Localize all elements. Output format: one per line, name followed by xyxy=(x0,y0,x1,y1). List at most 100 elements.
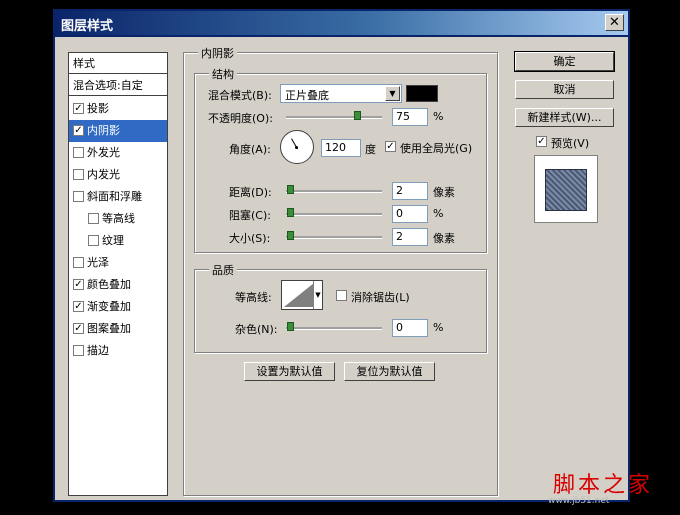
sidebar-item-label: 投影 xyxy=(87,102,109,115)
noise-label: 杂色(N): xyxy=(235,323,278,336)
checkbox-contour[interactable] xyxy=(88,213,99,224)
angle-dial[interactable] xyxy=(280,130,314,164)
sidebar-item-pattern-overlay[interactable]: ✓ 图案叠加 xyxy=(69,318,167,340)
sidebar-item-drop-shadow[interactable]: ✓ 投影 xyxy=(69,98,167,120)
shadow-color-swatch[interactable] xyxy=(406,85,438,102)
sidebar-item-bevel-emboss[interactable]: 斜面和浮雕 xyxy=(69,186,167,208)
sidebar-item-label: 图案叠加 xyxy=(87,322,131,335)
noise-unit: % xyxy=(433,321,444,334)
sidebar-item-contour[interactable]: 等高线 xyxy=(69,208,167,230)
angle-unit: 度 xyxy=(365,143,376,156)
sidebar-item-texture[interactable]: 纹理 xyxy=(69,230,167,252)
preview-checkbox[interactable]: ✓ xyxy=(536,136,547,147)
sidebar-item-label: 纹理 xyxy=(102,234,124,247)
blend-mode-label: 混合模式(B): xyxy=(208,89,272,102)
sidebar-item-outer-glow[interactable]: 外发光 xyxy=(69,142,167,164)
title-bar[interactable]: 图层样式 ✕ xyxy=(55,11,628,35)
checkbox-gradient-overlay[interactable]: ✓ xyxy=(73,301,84,312)
sidebar-item-gradient-overlay[interactable]: ✓ 渐变叠加 xyxy=(69,296,167,318)
sidebar-item-label: 渐变叠加 xyxy=(87,300,131,313)
chevron-down-icon: ▼ xyxy=(385,86,400,101)
distance-slider-thumb[interactable] xyxy=(287,185,294,194)
checkbox-texture[interactable] xyxy=(88,235,99,246)
blend-mode-value: 正片叠底 xyxy=(285,89,329,102)
sidebar-item-label: 外发光 xyxy=(87,146,120,159)
reset-default-button[interactable]: 复位为默认值 xyxy=(344,362,435,381)
checkbox-bevel-emboss[interactable] xyxy=(73,191,84,202)
opacity-slider-thumb[interactable] xyxy=(354,111,361,120)
angle-input[interactable]: 120 xyxy=(321,139,361,157)
choke-label: 阻塞(C): xyxy=(229,209,271,222)
sidebar-item-label: 内发光 xyxy=(87,168,120,181)
blend-mode-select[interactable]: 正片叠底 ▼ xyxy=(280,84,402,103)
choke-slider[interactable] xyxy=(286,208,382,217)
opacity-unit: % xyxy=(433,110,444,123)
checkbox-inner-shadow[interactable]: ✓ xyxy=(73,125,84,136)
watermark-url: www.jb51.net xyxy=(548,496,610,506)
chevron-down-icon[interactable]: ▼ xyxy=(313,281,322,309)
size-slider-thumb[interactable] xyxy=(287,231,294,240)
noise-input[interactable]: 0 xyxy=(392,319,428,337)
checkbox-satin[interactable] xyxy=(73,257,84,268)
sidebar-item-color-overlay[interactable]: ✓ 颜色叠加 xyxy=(69,274,167,296)
distance-input[interactable]: 2 xyxy=(392,182,428,200)
antialias-checkbox[interactable] xyxy=(336,290,347,301)
layer-style-dialog: 图层样式 ✕ 样式 混合选项:自定 ✓ 投影 ✓ 内阴影 外发光 内发光 斜面和… xyxy=(53,9,630,502)
global-light-label: 使用全局光(G) xyxy=(400,142,473,155)
quality-title: 品质 xyxy=(209,262,237,278)
choke-unit: % xyxy=(433,207,444,220)
checkbox-color-overlay[interactable]: ✓ xyxy=(73,279,84,290)
new-style-button[interactable]: 新建样式(W)... xyxy=(515,108,614,127)
structure-title: 结构 xyxy=(209,66,237,82)
noise-slider[interactable] xyxy=(286,322,382,331)
sidebar-item-label: 内阴影 xyxy=(87,124,120,137)
noise-slider-thumb[interactable] xyxy=(287,322,294,331)
checkbox-drop-shadow[interactable]: ✓ xyxy=(73,103,84,114)
close-icon: ✕ xyxy=(609,15,620,30)
window-title: 图层样式 xyxy=(61,19,114,34)
angle-dial-center xyxy=(295,146,298,149)
dialog-body: 样式 混合选项:自定 ✓ 投影 ✓ 内阴影 外发光 内发光 斜面和浮雕 等高线 … xyxy=(55,37,628,500)
sidebar-item-satin[interactable]: 光泽 xyxy=(69,252,167,274)
quality-group: 品质 等高线: ▼ 消除锯齿(L) 杂色(N): 0 % xyxy=(194,262,487,353)
contour-picker[interactable]: ▼ xyxy=(281,280,323,310)
size-slider[interactable] xyxy=(286,231,382,240)
preview-label: 预览(V) xyxy=(551,137,590,150)
sidebar-item-label: 等高线 xyxy=(102,212,135,225)
choke-slider-thumb[interactable] xyxy=(287,208,294,217)
distance-unit: 像素 xyxy=(433,186,455,199)
make-default-button[interactable]: 设置为默认值 xyxy=(244,362,335,381)
preview-swatch xyxy=(545,169,587,211)
sidebar-item-label: 斜面和浮雕 xyxy=(87,190,142,203)
opacity-slider[interactable] xyxy=(286,111,382,120)
style-list: 样式 混合选项:自定 ✓ 投影 ✓ 内阴影 外发光 内发光 斜面和浮雕 等高线 … xyxy=(68,52,168,496)
sidebar-item-styles[interactable]: 样式 xyxy=(69,53,167,74)
sidebar-item-inner-glow[interactable]: 内发光 xyxy=(69,164,167,186)
sidebar-item-label: 光泽 xyxy=(87,256,109,269)
opacity-label: 不透明度(O): xyxy=(208,112,273,125)
close-button[interactable]: ✕ xyxy=(605,14,624,31)
sidebar-item-stroke[interactable]: 描边 xyxy=(69,340,167,362)
checkbox-stroke[interactable] xyxy=(73,345,84,356)
size-unit: 像素 xyxy=(433,232,455,245)
sidebar-item-inner-shadow[interactable]: ✓ 内阴影 xyxy=(69,120,167,142)
opacity-input[interactable]: 75 xyxy=(392,108,428,126)
checkbox-inner-glow[interactable] xyxy=(73,169,84,180)
distance-slider[interactable] xyxy=(286,185,382,194)
checkbox-pattern-overlay[interactable]: ✓ xyxy=(73,323,84,334)
panel-title: 内阴影 xyxy=(198,45,237,61)
contour-curve-icon xyxy=(284,283,314,307)
contour-label: 等高线: xyxy=(235,291,272,304)
global-light-checkbox[interactable]: ✓ xyxy=(385,141,396,152)
size-input[interactable]: 2 xyxy=(392,228,428,246)
sidebar-item-label: 描边 xyxy=(87,344,109,357)
watermark-text: 脚本之家 xyxy=(553,473,654,498)
distance-label: 距离(D): xyxy=(229,186,272,199)
ok-button[interactable]: 确定 xyxy=(514,51,615,72)
angle-label: 角度(A): xyxy=(229,143,271,156)
cancel-button[interactable]: 取消 xyxy=(515,80,614,99)
structure-group: 结构 混合模式(B): 正片叠底 ▼ 不透明度(O): 75 % 角度(A): xyxy=(194,66,487,253)
checkbox-outer-glow[interactable] xyxy=(73,147,84,158)
sidebar-item-blending-options[interactable]: 混合选项:自定 xyxy=(69,75,167,96)
choke-input[interactable]: 0 xyxy=(392,205,428,223)
